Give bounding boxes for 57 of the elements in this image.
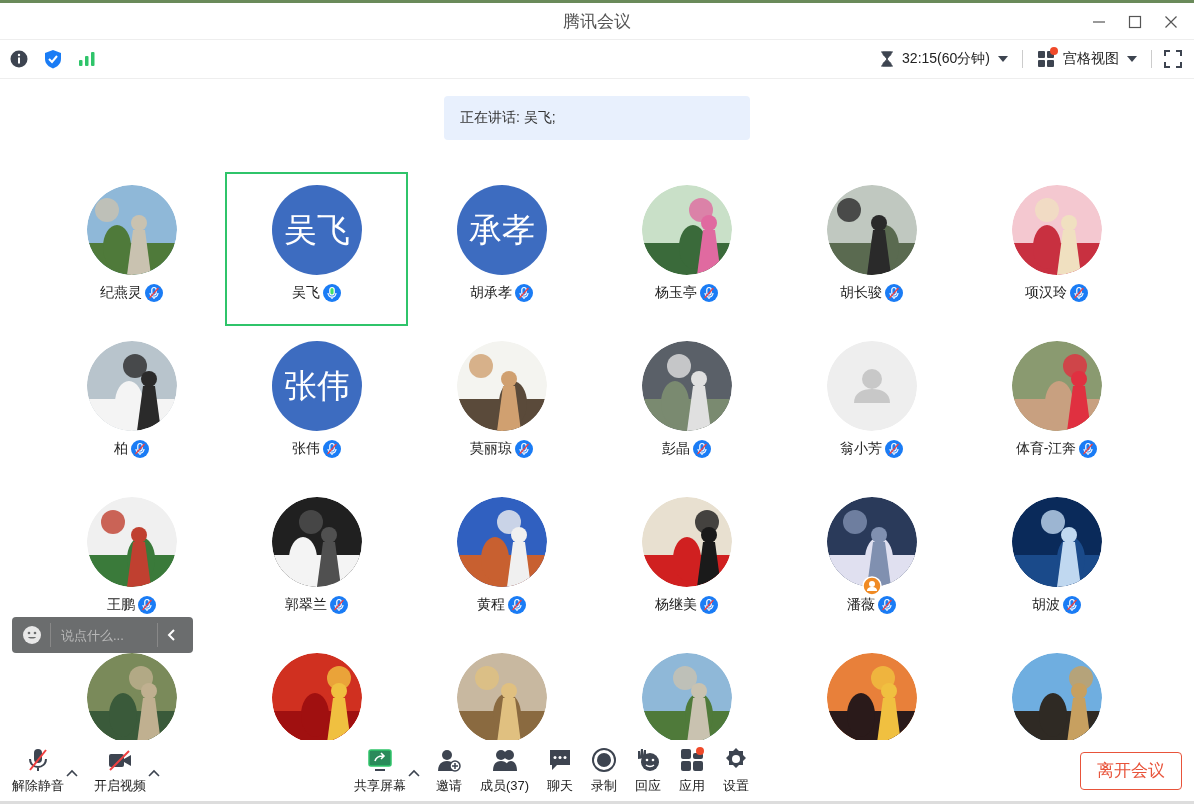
apps-button[interactable]: 应用 xyxy=(677,746,708,795)
settings-button[interactable]: 设置 xyxy=(721,746,752,795)
invite-button[interactable]: 邀请 xyxy=(434,746,464,795)
hand-icon xyxy=(635,746,662,773)
participant-name: 纪燕灵 xyxy=(100,284,142,302)
apps-icon xyxy=(679,746,706,773)
grid-icon xyxy=(1037,50,1055,68)
participant-name: 郭翠兰 xyxy=(285,596,327,614)
emoji-icon[interactable] xyxy=(22,625,42,645)
share-button[interactable]: 共享屏幕 xyxy=(352,746,408,795)
participant-name: 项汉玲 xyxy=(1025,284,1067,302)
collapse-icon[interactable] xyxy=(166,628,178,642)
share-screen-icon xyxy=(367,746,393,773)
participant-name: 杨玉亭 xyxy=(655,284,697,302)
leave-meeting-button[interactable]: 离开会议 xyxy=(1080,751,1182,790)
avatar: 承孝 xyxy=(456,185,547,275)
avatar: 吴飞 xyxy=(271,185,362,275)
chat-button[interactable]: 聊天 xyxy=(545,746,576,795)
mic-button[interactable]: 解除静音 xyxy=(10,746,66,795)
participant-name: 杨继美 xyxy=(655,596,697,614)
dropdown-arrow-icon xyxy=(998,56,1008,62)
speaking-banner: 正在讲话: 吴飞; xyxy=(444,96,750,140)
timer-button[interactable]: 32:15(60分钟) xyxy=(878,50,1010,68)
record-icon xyxy=(591,746,618,773)
react-button[interactable]: 回应 xyxy=(633,746,664,795)
shield-check-icon[interactable] xyxy=(44,49,62,69)
participant-name: 吴飞 xyxy=(292,284,320,302)
participant-name: 王鹏 xyxy=(107,596,135,614)
participant-name: 莫丽琼 xyxy=(470,440,512,458)
chat-input-field[interactable]: 说点什么... xyxy=(59,626,149,644)
close-icon[interactable] xyxy=(1164,15,1178,29)
participant-name: 彭晶 xyxy=(662,440,690,458)
fullscreen-icon[interactable] xyxy=(1164,50,1182,68)
avatar-placeholder-icon xyxy=(826,341,917,431)
grid-view-button[interactable]: 宫格视图 xyxy=(1035,50,1139,68)
participant-name: 潘薇 xyxy=(847,596,875,614)
caret-icon[interactable] xyxy=(148,768,160,777)
avatar: 张伟 xyxy=(271,341,362,431)
participant-name: 体育-江奔 xyxy=(1015,440,1077,458)
video-button[interactable]: 开启视频 xyxy=(92,746,148,795)
participant-name: 黄程 xyxy=(477,596,505,614)
maximize-icon[interactable] xyxy=(1128,15,1142,29)
participant-name: 胡承孝 xyxy=(470,284,512,302)
hourglass-icon xyxy=(880,51,895,67)
caret-icon[interactable] xyxy=(66,768,78,777)
participant-name: 胡长骏 xyxy=(840,284,882,302)
caret-icon[interactable] xyxy=(408,768,420,777)
window-title: 腾讯会议 xyxy=(563,10,631,33)
members-button[interactable]: 成员(37) xyxy=(478,746,532,795)
record-button[interactable]: 录制 xyxy=(589,746,620,795)
participant-name: 胡波 xyxy=(1032,596,1060,614)
participant-name: 张伟 xyxy=(292,440,320,458)
info-icon[interactable] xyxy=(10,50,28,68)
participant-name: 翁小芳 xyxy=(840,440,882,458)
dropdown-arrow-icon xyxy=(1127,56,1137,62)
chat-input-bar[interactable]: 说点什么... xyxy=(12,617,193,653)
participant-name: 柏 xyxy=(114,440,128,458)
